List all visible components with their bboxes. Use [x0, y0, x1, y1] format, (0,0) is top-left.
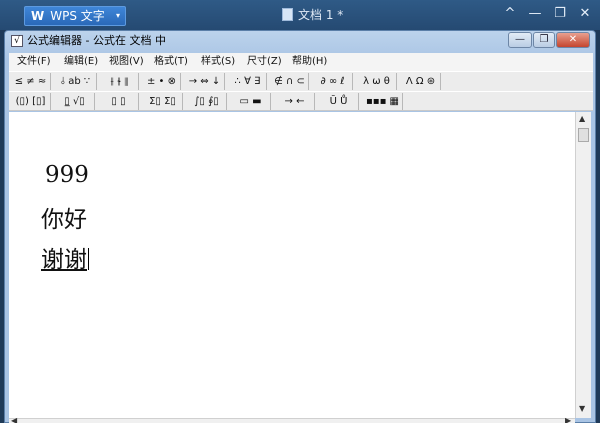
- scroll-up-icon[interactable]: ▲: [579, 114, 585, 123]
- wps-title-bar: W WPS 文字 ▾ 文档 1 * ^ — ❐ ✕: [0, 0, 600, 30]
- symbol-toolbar: ≤ ≠ ≈ ⫰ ab ∵ ⫲ ⫳ ⫴ ± • ⊗ → ⇔ ↓ ∴ ∀ ∃ ∉ ∩…: [9, 71, 593, 91]
- fence-templates-button[interactable]: (▯) [▯]: [11, 93, 51, 110]
- greek-uppercase-button[interactable]: Λ Ω ⊛: [401, 73, 441, 90]
- template-toolbar: (▯) [▯] ▯̲ √▯ ▯ ▯ Σ▯ Σ▯ ∫▯ ∮▯ ▭ ▬ → ← Ū …: [9, 91, 593, 111]
- menu-file[interactable]: 文件(F): [17, 55, 51, 69]
- equation-line[interactable]: 你好: [41, 200, 87, 234]
- document-tab[interactable]: 文档 1 *: [282, 7, 343, 23]
- equation-editor-window: √ 公式编辑器 - 公式在 文档 中 — ❐ ✕ 文件(F) 编辑(E) 视图(…: [4, 30, 596, 423]
- spaces-ellipses-button[interactable]: ⫰ ab ∵: [55, 73, 97, 90]
- subscript-templates-button[interactable]: ▯ ▯: [99, 93, 139, 110]
- summation-templates-button[interactable]: Σ▯ Σ▯: [143, 93, 183, 110]
- restore-button[interactable]: ❐: [550, 6, 570, 22]
- equation-line-active[interactable]: 谢谢: [41, 240, 89, 274]
- horizontal-scrollbar[interactable]: ◀ ▶: [9, 416, 575, 423]
- editor-close-button[interactable]: ✕: [556, 32, 590, 48]
- matrix-templates-button[interactable]: ▪▪▪ ▦: [363, 93, 403, 110]
- integral-templates-button[interactable]: ∫▯ ∮▯: [187, 93, 227, 110]
- editor-restore-button[interactable]: ❐: [533, 32, 555, 48]
- equation-editor-icon: √: [11, 35, 23, 47]
- scroll-left-icon[interactable]: ◀: [11, 416, 17, 423]
- minimize-button[interactable]: —: [525, 6, 545, 22]
- labeled-arrow-templates-button[interactable]: → ←: [275, 93, 315, 110]
- equation-line[interactable]: 999: [45, 162, 89, 188]
- menu-view[interactable]: 视图(V): [109, 55, 144, 69]
- scroll-right-icon[interactable]: ▶: [565, 416, 571, 423]
- wps-logo-icon: W: [31, 9, 45, 23]
- wps-app-menu-button[interactable]: W WPS 文字 ▾: [24, 6, 126, 26]
- menu-size[interactable]: 尺寸(Z): [247, 55, 282, 69]
- equation-edit-area[interactable]: 999 你好 谢谢: [9, 112, 575, 418]
- equation-editor-title-bar: √ 公式编辑器 - 公式在 文档 中 — ❐ ✕: [5, 31, 595, 51]
- menu-help[interactable]: 帮助(H): [292, 55, 327, 69]
- collapse-ribbon-button[interactable]: ^: [500, 6, 520, 22]
- greek-lowercase-button[interactable]: λ ω θ: [357, 73, 397, 90]
- menu-format[interactable]: 格式(T): [154, 55, 188, 69]
- equation-editor-title: 公式编辑器 - 公式在 文档 中: [27, 34, 166, 47]
- fraction-radical-templates-button[interactable]: ▯̲ √▯: [55, 93, 95, 110]
- menu-style[interactable]: 样式(S): [201, 55, 235, 69]
- document-tab-title: 文档 1 *: [298, 8, 344, 22]
- vertical-scrollbar[interactable]: ▲ ▼: [575, 112, 591, 418]
- embellishments-button[interactable]: ⫲ ⫳ ⫴: [101, 73, 139, 90]
- menu-bar: 文件(F) 编辑(E) 视图(V) 格式(T) 样式(S) 尺寸(Z) 帮助(H…: [9, 53, 593, 71]
- arrow-symbols-button[interactable]: → ⇔ ↓: [185, 73, 225, 90]
- chevron-down-icon: ▾: [115, 11, 120, 20]
- logical-symbols-button[interactable]: ∴ ∀ ∃: [229, 73, 267, 90]
- wps-app-label: WPS 文字: [50, 9, 105, 23]
- underbar-overbar-templates-button[interactable]: ▭ ▬: [231, 93, 271, 110]
- close-button[interactable]: ✕: [575, 6, 595, 22]
- equation-line-text: 谢谢: [41, 247, 87, 273]
- products-set-templates-button[interactable]: Ū Ů: [319, 93, 359, 110]
- relational-symbols-button[interactable]: ≤ ≠ ≈: [11, 73, 51, 90]
- document-icon: [282, 8, 293, 21]
- text-caret: [88, 248, 89, 270]
- set-theory-symbols-button[interactable]: ∉ ∩ ⊂: [271, 73, 309, 90]
- misc-symbols-button[interactable]: ∂ ∞ ℓ: [313, 73, 353, 90]
- scroll-thumb[interactable]: [578, 128, 589, 142]
- operator-symbols-button[interactable]: ± • ⊗: [143, 73, 181, 90]
- editor-minimize-button[interactable]: —: [508, 32, 532, 48]
- menu-edit[interactable]: 编辑(E): [64, 55, 98, 69]
- scroll-down-icon[interactable]: ▼: [579, 404, 585, 413]
